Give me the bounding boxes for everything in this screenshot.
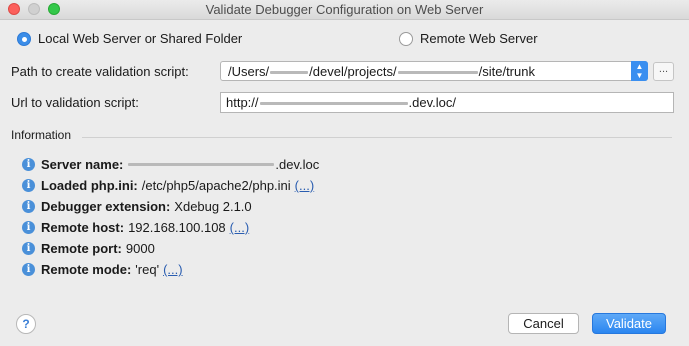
path-combobox[interactable]: /Users//devel/projects//site/trunk ▲ ▼: [220, 61, 648, 81]
info-icon: i: [22, 200, 35, 213]
local-server-option[interactable]: Local Web Server or Shared Folder: [17, 31, 242, 46]
url-label: Url to validation script:: [11, 95, 139, 110]
section-divider: [82, 137, 672, 138]
chevron-up-down-icon[interactable]: ▲ ▼: [631, 61, 648, 81]
info-loaded-php-ini: i Loaded php.ini: /etc/php5/apache2/php.…: [22, 178, 314, 193]
remote-server-label: Remote Web Server: [420, 31, 538, 46]
info-debugger-extension: i Debugger extension: Xdebug 2.1.0: [22, 199, 252, 214]
info-server-name: i Server name: .dev.loc: [22, 157, 319, 172]
remote-mode-details-link[interactable]: (...): [163, 262, 183, 277]
title-bar: Validate Debugger Configuration on Web S…: [0, 0, 689, 20]
remote-server-radio[interactable]: [399, 31, 413, 46]
redacted-text: [270, 71, 309, 75]
validate-debugger-dialog: Validate Debugger Configuration on Web S…: [0, 0, 689, 346]
php-ini-details-link[interactable]: (...): [295, 178, 315, 193]
info-icon: i: [22, 179, 35, 192]
browse-button[interactable]: ...: [653, 62, 674, 81]
redacted-text: [397, 71, 478, 75]
validate-button[interactable]: Validate: [592, 313, 666, 334]
remote-host-details-link[interactable]: (...): [230, 220, 250, 235]
cancel-button[interactable]: Cancel: [508, 313, 579, 334]
info-remote-port: i Remote port: 9000: [22, 241, 155, 256]
remote-server-option[interactable]: Remote Web Server: [399, 31, 538, 46]
info-icon: i: [22, 221, 35, 234]
info-icon: i: [22, 158, 35, 171]
redacted-text: [259, 102, 408, 106]
url-input[interactable]: http://.dev.loc/: [220, 92, 674, 113]
information-heading: Information: [11, 128, 72, 142]
window-title: Validate Debugger Configuration on Web S…: [205, 2, 484, 17]
path-label: Path to create validation script:: [11, 64, 189, 79]
redacted-text: [128, 163, 275, 166]
info-remote-mode: i Remote mode: 'req' (...): [22, 262, 183, 277]
info-remote-host: i Remote host: 192.168.100.108 (...): [22, 220, 249, 235]
info-icon: i: [22, 263, 35, 276]
local-server-label: Local Web Server or Shared Folder: [38, 31, 243, 46]
url-value: http://.dev.loc/: [226, 95, 456, 110]
help-button[interactable]: ?: [16, 314, 36, 334]
info-icon: i: [22, 242, 35, 255]
path-value: /Users//devel/projects//site/trunk: [228, 64, 535, 79]
local-server-radio[interactable]: [17, 31, 31, 46]
